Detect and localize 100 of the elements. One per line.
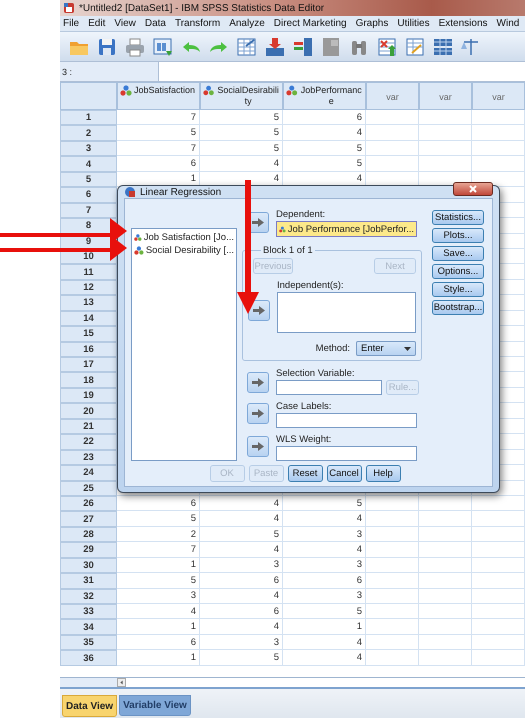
group-label: Block 1 of 1 (262, 245, 314, 256)
empty-cell (366, 140, 419, 156)
row-number: 28 (60, 526, 117, 542)
dialog-button[interactable]: Bootstrap... (432, 300, 484, 315)
window-icon[interactable] (152, 36, 174, 58)
dialog-button[interactable]: Style... (432, 282, 484, 297)
empty-cell (419, 125, 472, 141)
menu-item[interactable]: Graphs (356, 18, 388, 29)
view-tab[interactable]: Variable View (119, 695, 191, 716)
row-number: 36 (60, 650, 117, 666)
empty-cell (419, 604, 472, 620)
empty-cell (366, 110, 419, 126)
column-header[interactable]: JobPerformance (283, 82, 366, 110)
table-icon[interactable] (320, 36, 342, 58)
row-number: 16 (60, 342, 117, 357)
row-number: 4 (60, 156, 117, 172)
table-cell: 4 (200, 496, 283, 512)
view-tab[interactable]: Data View (62, 695, 118, 717)
table-cell: 4 (200, 542, 283, 558)
table-cell: 7 (117, 542, 200, 558)
row-number: 23 (60, 450, 117, 466)
menu-item[interactable]: View (114, 18, 136, 29)
independent-list[interactable] (277, 292, 416, 333)
dialog-button[interactable]: Cancel (326, 465, 362, 482)
column-header[interactable]: SocialDesirability (200, 82, 283, 110)
row-number: 32 (60, 588, 117, 604)
menu-item[interactable]: Transform (174, 18, 220, 29)
menu-item[interactable]: Extensions (438, 18, 488, 29)
row-number: 5 (60, 172, 117, 188)
variable-item[interactable]: Job Satisfaction [Jo... (134, 232, 234, 243)
table-cell: 5 (200, 110, 283, 126)
dialog-button[interactable]: Reset (288, 465, 322, 482)
variable-icon (120, 85, 132, 96)
dialog-button[interactable]: Help (366, 465, 400, 482)
menu-item[interactable]: File (63, 18, 80, 29)
row-number: 34 (60, 619, 117, 635)
table-cell: 4 (200, 156, 283, 172)
table-cell: 4 (283, 511, 366, 527)
column-header[interactable]: var (419, 82, 472, 110)
dialog-button[interactable]: Save... (432, 246, 484, 261)
variable-list-icon[interactable] (292, 36, 314, 58)
row-number: 21 (60, 418, 117, 434)
row-number: 25 (60, 480, 117, 496)
table-cell: 6 (200, 604, 283, 620)
menu-item[interactable]: Direct Marketing (274, 18, 347, 29)
menu-item[interactable]: Analyze (229, 18, 265, 29)
empty-cell (366, 125, 419, 141)
dialog-title: Linear Regression (140, 186, 222, 198)
chart-table-icon[interactable] (404, 36, 426, 58)
row-number: 19 (60, 388, 117, 404)
table-cell: 4 (283, 650, 366, 666)
row-number: 30 (60, 558, 117, 574)
empty-cell (472, 156, 525, 172)
column-header[interactable]: JobSatisfaction (117, 82, 200, 110)
app-icon (63, 2, 75, 14)
empty-cell (366, 604, 419, 620)
close-button[interactable] (453, 182, 493, 196)
dialog-button[interactable]: Options... (432, 264, 484, 279)
table-cell: 5 (117, 125, 200, 141)
table-cell: 4 (200, 619, 283, 635)
menu-item[interactable]: Utilities (397, 18, 430, 29)
variable-item[interactable]: Social Desirability [... (134, 245, 234, 256)
row-number: 35 (60, 634, 117, 650)
empty-cell (419, 558, 472, 574)
empty-cell (472, 526, 525, 542)
empty-cell (472, 140, 525, 156)
scroll-left-icon[interactable] (117, 678, 126, 687)
empty-cell (472, 496, 525, 512)
empty-cell (472, 604, 525, 620)
menu-item[interactable]: Data (144, 18, 166, 29)
empty-cell (366, 650, 419, 666)
selection-field[interactable] (276, 380, 382, 395)
down-arrow-table-icon[interactable] (264, 36, 286, 58)
empty-cell (419, 110, 472, 126)
row-number: 7 (60, 202, 117, 218)
empty-cell (472, 650, 525, 666)
table-cell: 5 (283, 496, 366, 512)
table-arrow-icon[interactable] (236, 36, 258, 58)
empty-cell (419, 634, 472, 650)
column-header[interactable]: var (366, 82, 419, 110)
method-dropdown[interactable]: Enter (356, 341, 416, 356)
dialog-button[interactable]: Statistics... (432, 210, 484, 225)
table-cell: 5 (200, 526, 283, 542)
insert-cases-icon[interactable] (376, 36, 398, 58)
print-icon[interactable] (124, 36, 146, 58)
close-icon (469, 185, 477, 193)
move-button[interactable] (247, 403, 269, 424)
empty-cell (472, 125, 525, 141)
table-cell: 5 (283, 604, 366, 620)
dependent-field[interactable]: Job Performance [JobPerfor... (276, 221, 417, 237)
menu-item[interactable]: Wind (496, 18, 520, 29)
move-button[interactable] (247, 372, 269, 393)
empty-cell (419, 619, 472, 635)
wls-weight-field[interactable] (276, 446, 417, 461)
column-header[interactable]: var (472, 82, 525, 110)
case-labels-field[interactable] (276, 413, 417, 428)
move-button[interactable] (247, 436, 269, 457)
menu-item[interactable]: Edit (88, 18, 106, 29)
dialog-button[interactable]: Plots... (432, 228, 484, 243)
empty-cell (419, 542, 472, 558)
